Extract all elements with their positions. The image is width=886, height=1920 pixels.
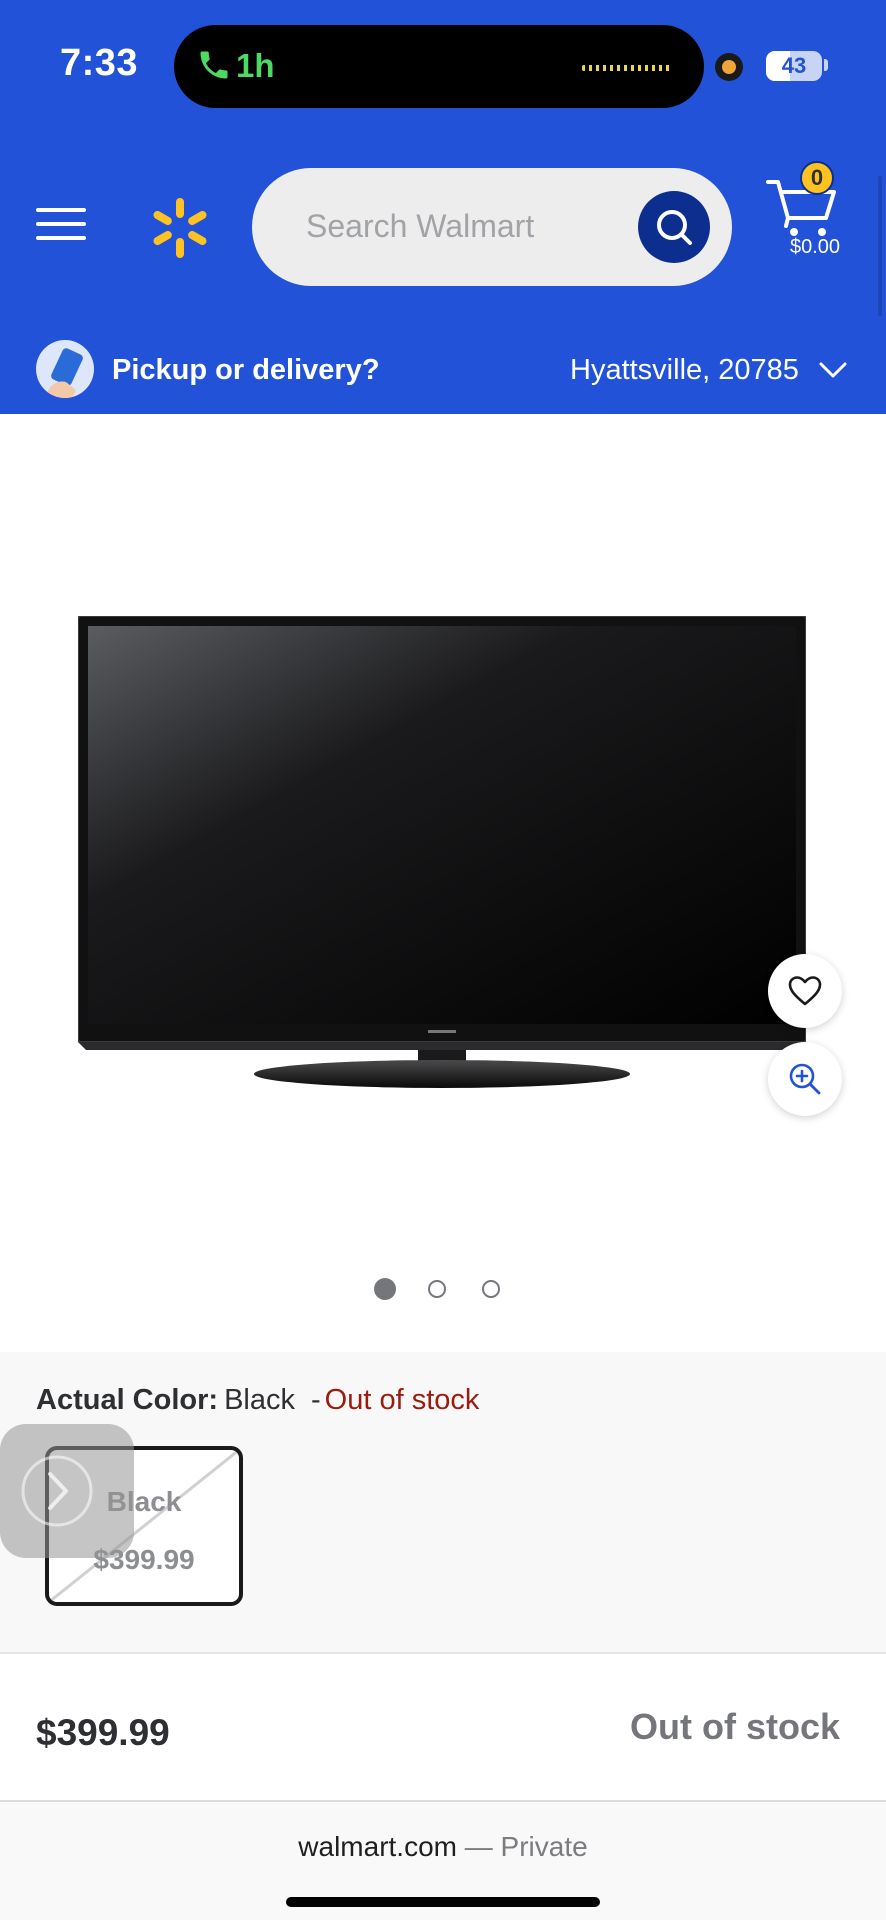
- product-image-carousel[interactable]: [0, 414, 886, 1352]
- url-domain: walmart.com: [298, 1831, 457, 1862]
- carousel-dot[interactable]: [482, 1280, 500, 1298]
- menu-button[interactable]: [36, 204, 86, 244]
- zoom-button[interactable]: [768, 1042, 842, 1116]
- pickup-label: Pickup or delivery?: [112, 354, 380, 386]
- url-display[interactable]: walmart.com — Private: [0, 1831, 886, 1863]
- carousel-dot[interactable]: [374, 1278, 396, 1300]
- scroll-indicator: [878, 176, 882, 316]
- call-duration: 1h: [236, 47, 275, 84]
- home-indicator[interactable]: [286, 1897, 600, 1907]
- camera-indicator-icon: [715, 53, 743, 81]
- favorite-button[interactable]: [768, 954, 842, 1028]
- cart-total[interactable]: $0.00: [760, 236, 870, 259]
- chevron-right-icon: [21, 1455, 93, 1527]
- price-action-bar: $399.99 Out of stock: [0, 1656, 886, 1802]
- battery-level: 43: [781, 53, 807, 78]
- chevron-down-icon[interactable]: [818, 358, 848, 382]
- out-of-stock-button[interactable]: Out of stock: [592, 1706, 840, 1760]
- dynamic-island-call[interactable]: 1h: [174, 25, 704, 108]
- phone-icon: [200, 51, 228, 79]
- status-time: 7:33: [60, 42, 139, 84]
- browser-address-bar[interactable]: walmart.com — Private: [0, 1803, 886, 1920]
- zoom-in-icon: [789, 1063, 821, 1095]
- product-image[interactable]: [78, 616, 806, 1104]
- pickup-phone-icon: [36, 340, 94, 398]
- menu-line: [36, 208, 86, 212]
- search-button[interactable]: [638, 191, 710, 263]
- menu-line: [36, 236, 86, 240]
- walmart-spark-logo-icon[interactable]: [148, 196, 212, 260]
- color-value: Black: [224, 1384, 295, 1416]
- color-separator: -: [310, 1384, 321, 1416]
- heart-icon: [788, 976, 822, 1006]
- carousel-pagination[interactable]: [374, 1278, 514, 1302]
- search-icon: [657, 210, 692, 245]
- app-header: 7:33 1h 43 Search Walmart 0 $0.00 Pickup…: [0, 0, 886, 414]
- search-input[interactable]: [306, 198, 616, 254]
- pickup-delivery-bar[interactable]: Pickup or delivery? Hyattsville, 20785: [0, 340, 886, 414]
- battery-tip: [824, 59, 828, 71]
- audio-wave-icon: [582, 65, 672, 71]
- location-label[interactable]: Hyattsville, 20785: [570, 354, 799, 387]
- carousel-dot[interactable]: [428, 1280, 446, 1298]
- search-bar[interactable]: [252, 168, 732, 286]
- floating-next-button[interactable]: [0, 1424, 134, 1558]
- color-line: Actual Color: Black - Out of stock: [36, 1384, 479, 1417]
- private-mode-label: — Private: [464, 1831, 588, 1862]
- cart-count-badge: 0: [800, 161, 834, 195]
- color-label: Actual Color:: [36, 1384, 219, 1416]
- color-stock-status: Out of stock: [324, 1384, 480, 1416]
- menu-line: [36, 222, 86, 226]
- product-price: $399.99: [36, 1712, 170, 1753]
- battery-icon: 43: [766, 51, 822, 81]
